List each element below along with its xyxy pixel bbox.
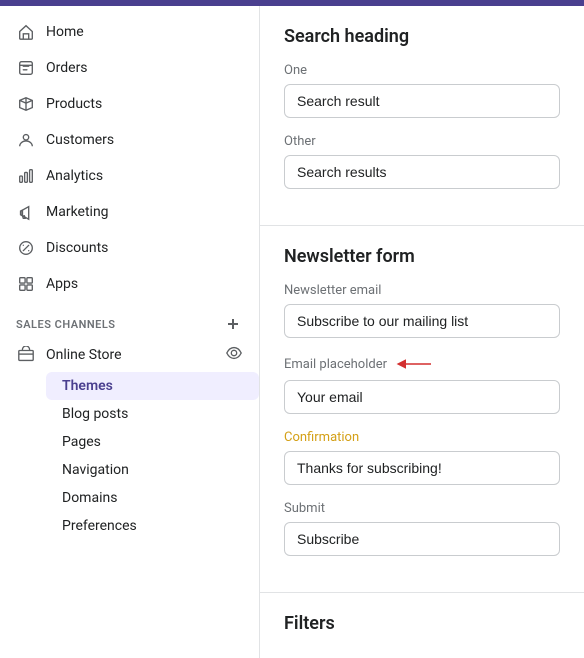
other-label: Other	[284, 134, 560, 149]
marketing-icon	[16, 202, 36, 222]
sub-nav: Themes Blog posts Pages Navigation Domai…	[0, 372, 259, 540]
online-store-row[interactable]: Online Store	[0, 338, 259, 372]
search-heading-section: Search heading One Other	[260, 6, 584, 225]
other-field-group: Other	[284, 134, 560, 189]
sidebar-item-discounts-label: Discounts	[46, 240, 108, 256]
search-heading-title: Search heading	[284, 26, 560, 47]
one-field-group: One	[284, 63, 560, 118]
sidebar-item-domains[interactable]: Domains	[46, 484, 259, 512]
confirmation-label: Confirmation	[284, 430, 560, 445]
analytics-icon	[16, 166, 36, 186]
sidebar-item-marketing[interactable]: Marketing	[0, 194, 259, 230]
sidebar-item-home-label: Home	[46, 24, 84, 40]
email-placeholder-label: Email placeholder	[284, 357, 387, 372]
newsletter-email-input[interactable]	[284, 304, 560, 338]
sidebar-item-customers-label: Customers	[46, 132, 114, 148]
sidebar-item-themes[interactable]: Themes	[46, 372, 259, 400]
main-content: Search heading One Other Newsletter form…	[260, 6, 584, 658]
online-store-left: Online Store	[16, 345, 122, 365]
sidebar-item-preferences[interactable]: Preferences	[46, 512, 259, 540]
newsletter-form-title: Newsletter form	[284, 246, 560, 267]
discounts-icon	[16, 238, 36, 258]
app-wrapper: Home Orders Products	[0, 0, 584, 658]
customers-icon	[16, 130, 36, 150]
one-label: One	[284, 63, 560, 78]
sidebar-item-products[interactable]: Products	[0, 86, 259, 122]
one-input[interactable]	[284, 84, 560, 118]
confirmation-input[interactable]	[284, 451, 560, 485]
sidebar-item-orders-label: Orders	[46, 60, 88, 76]
sales-channels-label: SALES CHANNELS	[16, 318, 116, 331]
sidebar-item-analytics[interactable]: Analytics	[0, 158, 259, 194]
other-input[interactable]	[284, 155, 560, 189]
products-icon	[16, 94, 36, 114]
confirmation-field-group: Confirmation	[284, 430, 560, 485]
email-placeholder-field-group: Email placeholder	[284, 354, 560, 414]
arrow-indicator	[395, 354, 435, 374]
newsletter-email-field-group: Newsletter email	[284, 283, 560, 338]
sidebar-item-home[interactable]: Home	[0, 14, 259, 50]
sidebar-item-marketing-label: Marketing	[46, 204, 109, 220]
main-layout: Home Orders Products	[0, 6, 584, 658]
online-store-label: Online Store	[46, 347, 122, 363]
sidebar-item-products-label: Products	[46, 96, 102, 112]
newsletter-email-label: Newsletter email	[284, 283, 560, 298]
email-placeholder-row: Email placeholder	[284, 354, 560, 374]
sidebar-item-apps-label: Apps	[46, 276, 78, 292]
sidebar-item-customers[interactable]: Customers	[0, 122, 259, 158]
submit-label: Submit	[284, 501, 560, 516]
sidebar: Home Orders Products	[0, 6, 260, 658]
newsletter-form-section: Newsletter form Newsletter email Email p…	[260, 226, 584, 592]
submit-input[interactable]	[284, 522, 560, 556]
apps-icon	[16, 274, 36, 294]
sidebar-item-analytics-label: Analytics	[46, 168, 103, 184]
online-store-icon	[16, 345, 36, 365]
orders-icon	[16, 58, 36, 78]
home-icon	[16, 22, 36, 42]
sales-channels-header: SALES CHANNELS	[0, 302, 259, 338]
email-placeholder-input[interactable]	[284, 380, 560, 414]
sidebar-item-navigation[interactable]: Navigation	[46, 456, 259, 484]
add-sales-channel-button[interactable]	[223, 314, 243, 334]
sidebar-item-apps[interactable]: Apps	[0, 266, 259, 302]
sidebar-item-orders[interactable]: Orders	[0, 50, 259, 86]
filters-section: Filters	[260, 593, 584, 658]
sidebar-item-discounts[interactable]: Discounts	[0, 230, 259, 266]
sidebar-item-blog-posts[interactable]: Blog posts	[46, 400, 259, 428]
sidebar-item-pages[interactable]: Pages	[46, 428, 259, 456]
view-icon[interactable]	[225, 344, 243, 366]
submit-field-group: Submit	[284, 501, 560, 556]
filters-title: Filters	[284, 613, 560, 634]
sidebar-nav: Home Orders Products	[0, 6, 259, 548]
